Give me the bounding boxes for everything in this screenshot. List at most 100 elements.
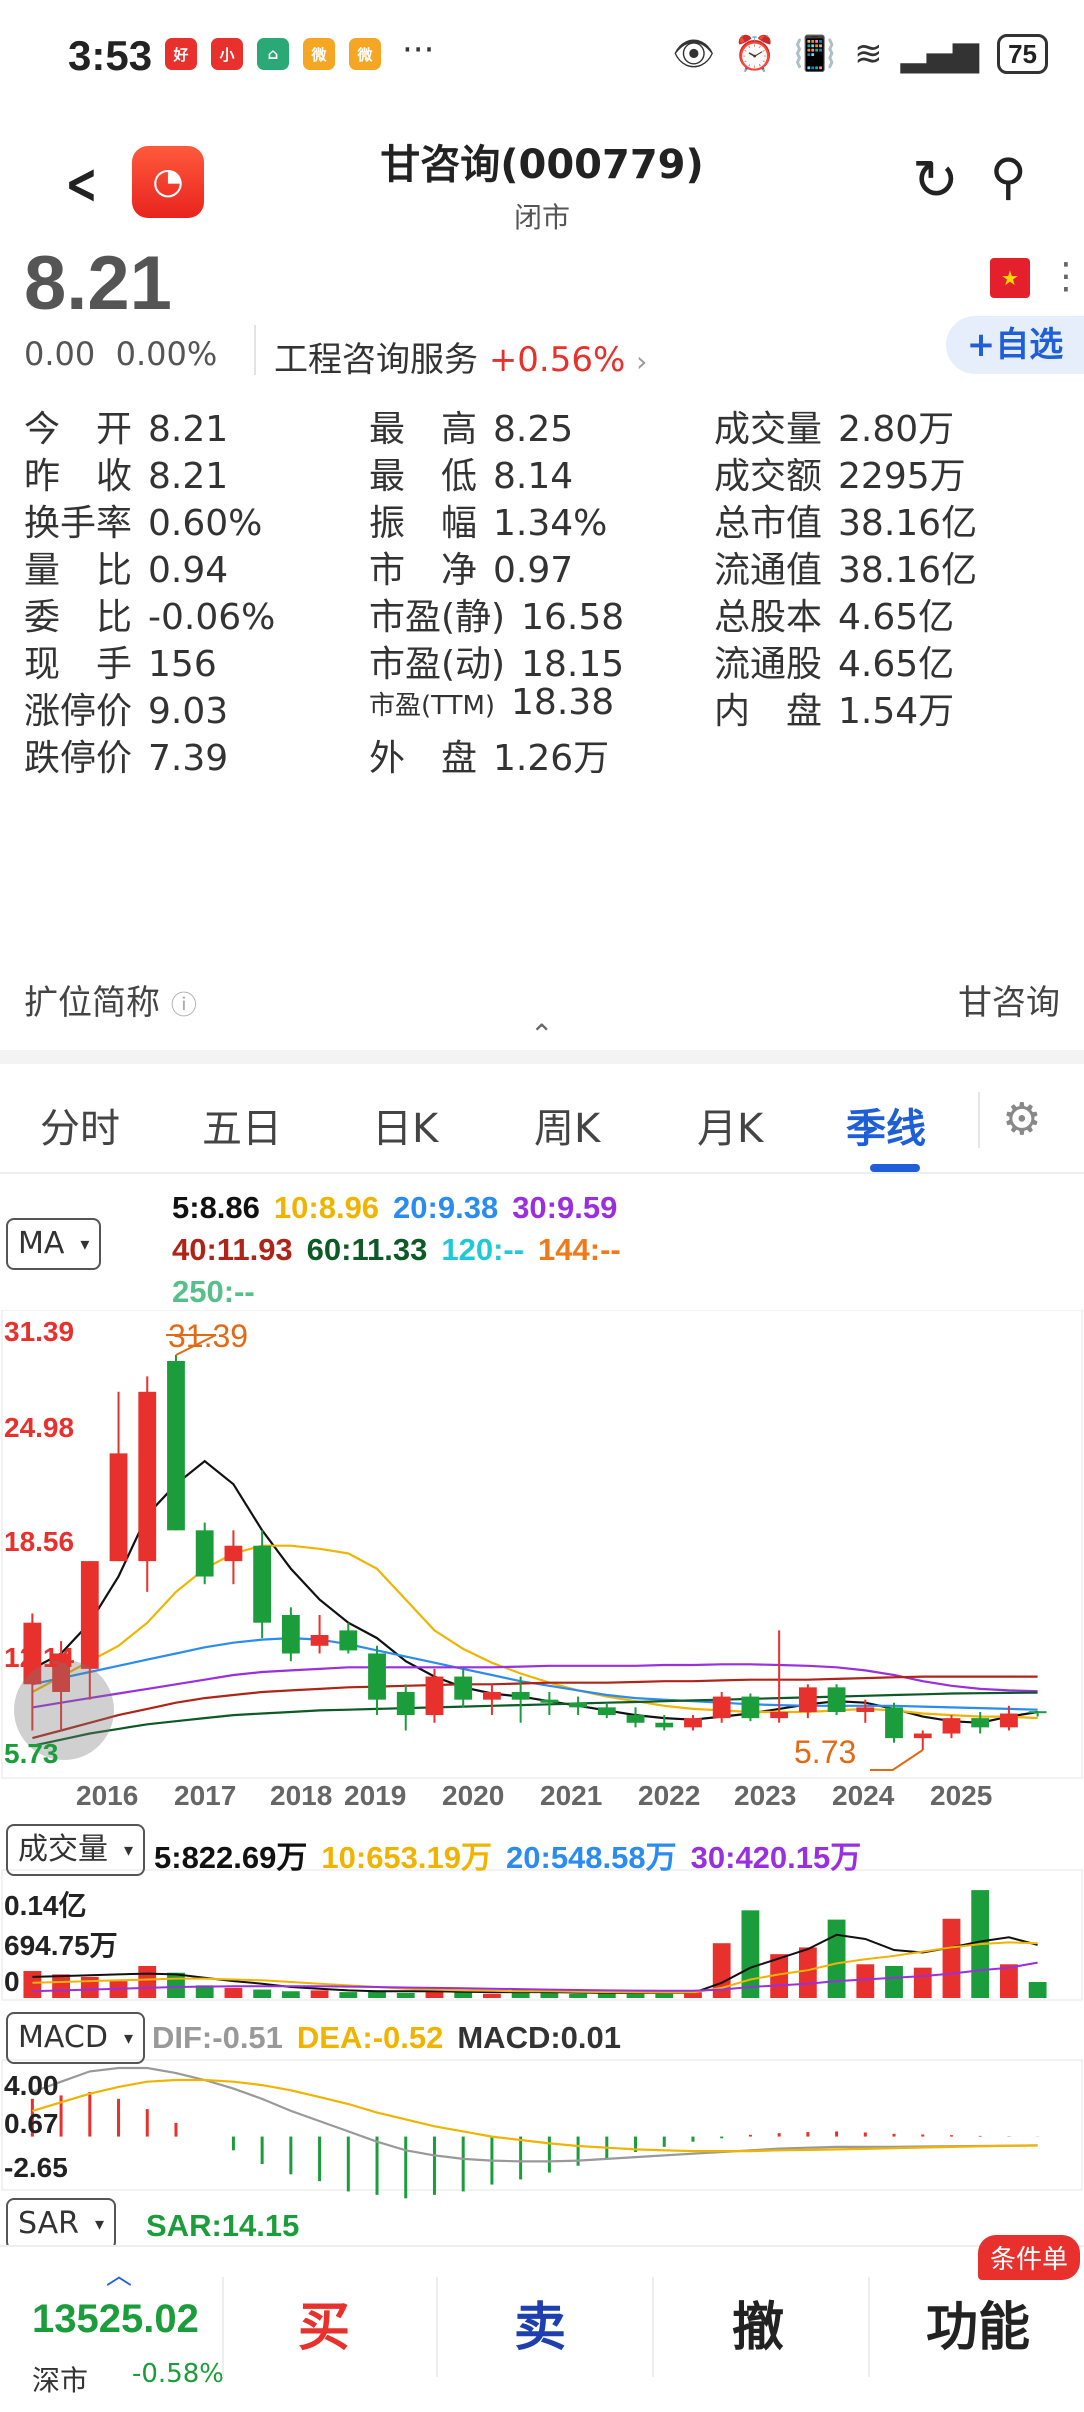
industry-link[interactable]: 工程咨询服务 +0.56% › <box>274 332 647 381</box>
volume-bar <box>224 1987 243 1998</box>
ma-legend-row-1: 5:8.86 10:8.96 20:9.38 30:9.59 <box>172 1190 631 1226</box>
volume-bar <box>856 1964 875 1998</box>
divider <box>436 2277 438 2377</box>
volume-axis-top: 0.14亿 <box>4 1890 87 1921</box>
tab-period[interactable]: 周K <box>534 1096 600 1154</box>
volume-bar <box>167 1972 185 1998</box>
tab-period[interactable]: 五日 <box>202 1096 282 1154</box>
candle-body <box>569 1702 587 1708</box>
sar-selector[interactable]: SAR ▾ <box>6 2198 117 2250</box>
tab-divider <box>978 1092 980 1148</box>
macd-legend: DIF:-0.51 DEA:-0.52 MACD:0.01 <box>152 2020 635 2056</box>
expand-up-icon[interactable]: ︿ <box>106 2255 132 2292</box>
caret-down-icon: ▾ <box>124 1839 134 1861</box>
divider <box>868 2277 870 2377</box>
stat-value: 4.65亿 <box>838 597 955 638</box>
stat-label: 今 开 <box>24 409 133 450</box>
volume-selector[interactable]: 成交量 ▾ <box>6 1824 146 1876</box>
volume-bar <box>454 1992 473 1998</box>
stat-label: 委 比 <box>24 597 133 638</box>
legend-item: MACD:0.01 <box>457 2020 622 2055</box>
max-marker-label: 31.39 <box>168 1318 249 1354</box>
tab-period[interactable]: 分时 <box>40 1096 120 1154</box>
legend-item: 5:822.69万 <box>154 1840 308 1875</box>
status-right: 👁 ⏰ 📳 ≋ ▂▄▆ 75 <box>672 34 1048 74</box>
stat-item: 市 净 0.97 <box>369 541 573 593</box>
status-time: 3:53 <box>68 32 153 79</box>
collapse-icon[interactable]: ⌃ <box>530 1018 553 1051</box>
candle-body <box>712 1696 731 1719</box>
vibrate-icon: 📳 <box>793 34 837 74</box>
volume-bar <box>52 1974 70 1998</box>
year-label: 2016 <box>76 1780 139 1811</box>
extended-name-value: 甘咨询 <box>958 983 1060 1023</box>
stat-label: 现 手 <box>24 644 133 685</box>
candle-body <box>655 1722 674 1728</box>
candle-body <box>195 1530 214 1577</box>
candle-body <box>310 1635 329 1646</box>
stat-value: 0.60% <box>148 503 263 544</box>
search-icon[interactable]: ⚲ <box>990 148 1027 206</box>
macd-selector[interactable]: MACD ▾ <box>6 2012 145 2064</box>
stat-item: 振 幅 1.34% <box>369 494 607 546</box>
conditional-order-badge[interactable]: 条件单 <box>978 2235 1081 2280</box>
legend-item: 120:-- <box>441 1232 525 1267</box>
buy-button[interactable]: 买 <box>298 2285 350 2360</box>
tab-period[interactable]: 日K <box>372 1096 438 1154</box>
stat-item: 总市值 38.16亿 <box>714 494 977 546</box>
volume-bar <box>885 1965 903 1998</box>
alarm-icon: ⏰ <box>733 34 776 74</box>
tab-period[interactable]: 季线 <box>846 1096 926 1154</box>
stat-label: 涨停价 <box>24 691 133 732</box>
more-vertical-icon[interactable]: ⋮ <box>1048 256 1084 297</box>
gear-icon[interactable]: ⚙ <box>1002 1094 1041 1145</box>
change-value: 0.00 <box>24 335 96 373</box>
macd-axis-mid: 0.67 <box>4 2108 59 2139</box>
stat-label: 总股本 <box>714 597 823 638</box>
refresh-icon[interactable]: ↻ <box>912 148 959 213</box>
volume-bar <box>310 1990 329 1998</box>
function-button[interactable]: 功能 <box>926 2285 1030 2360</box>
stat-label: 成交额 <box>714 456 823 497</box>
stat-label: 量 比 <box>24 550 133 591</box>
help-icon[interactable]: ⓘ <box>171 991 197 1021</box>
stat-item: 委 比 -0.06% <box>24 588 275 640</box>
ma-selector[interactable]: MA ▾ <box>6 1218 102 1270</box>
ma-legend-row-3: 250:-- <box>172 1274 269 1310</box>
index-percent: -0.58% <box>132 2359 224 2389</box>
candle-body <box>224 1545 243 1562</box>
stat-item: 内 盘 1.54万 <box>714 682 954 734</box>
stock-header: < ◔ 甘咨询(000779) 闭市 ↻ ⚲ <box>0 110 1084 240</box>
stat-label: 外 盘 <box>369 738 478 779</box>
candle-body <box>454 1676 473 1700</box>
section-divider <box>0 1050 1084 1064</box>
volume-bar <box>23 1971 42 1998</box>
stat-item: 成交量 2.80万 <box>714 400 954 452</box>
candle-body <box>626 1715 645 1723</box>
stat-value: 8.21 <box>148 456 229 497</box>
candle-body <box>281 1614 300 1654</box>
cancel-order-button[interactable]: 撤 <box>732 2285 784 2360</box>
index-value[interactable]: 13525.02 <box>32 2297 199 2342</box>
macd-axis-bottom: -2.65 <box>4 2152 68 2183</box>
kline-chart[interactable] <box>0 1310 1084 2210</box>
ma-legend-row-2: 40:11.93 60:11.33 120:-- 144:-- <box>172 1232 635 1268</box>
mall-app-icon: 好 <box>165 38 197 70</box>
sell-button[interactable]: 卖 <box>514 2285 566 2360</box>
stat-value: 0.97 <box>493 550 574 591</box>
candle-body <box>856 1707 875 1712</box>
macd-frame <box>1 2059 1083 2191</box>
tab-period[interactable]: 月K <box>697 1096 763 1154</box>
legend-item: 250:-- <box>172 1274 255 1309</box>
volume-bar <box>798 1947 817 1998</box>
stat-value: 38.16亿 <box>838 503 978 544</box>
candle-body <box>913 1733 932 1739</box>
volume-bar <box>1000 1964 1018 1998</box>
stat-value: 18.15 <box>521 644 625 685</box>
stat-label: 换手率 <box>24 503 133 544</box>
volume-bar <box>138 1965 157 1998</box>
year-label: 2020 <box>442 1780 505 1811</box>
year-label: 2025 <box>930 1780 993 1811</box>
volume-bar <box>281 1991 300 1998</box>
add-watchlist-button[interactable]: +自选 <box>946 316 1084 374</box>
